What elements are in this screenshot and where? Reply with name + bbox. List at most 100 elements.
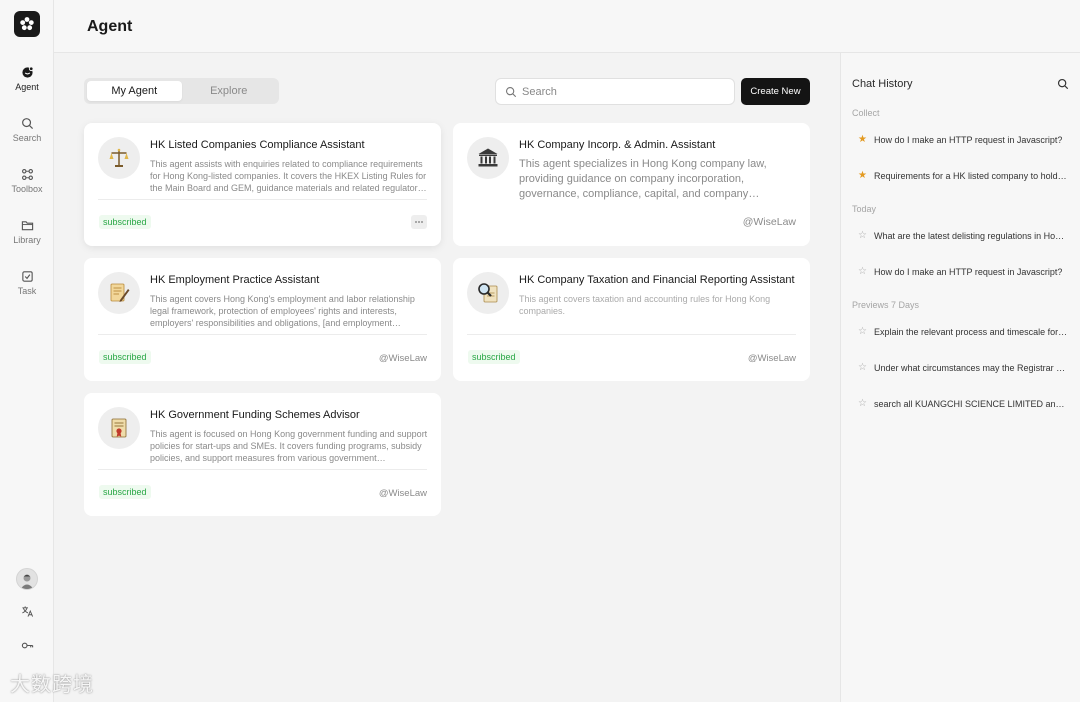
history-item[interactable]: ☆ Explain the relevant process and times… (858, 327, 1068, 338)
history-item[interactable]: ★ Requirements for a HK listed company t… (858, 171, 1068, 182)
star-outline-icon[interactable]: ☆ (858, 399, 869, 409)
agent-tabs: My Agent Explore (84, 78, 279, 104)
rail-item-library[interactable]: Library (0, 219, 54, 245)
status-badge: subscribed (99, 215, 151, 229)
agent-author: @WiseLaw (378, 488, 427, 499)
folder-icon (21, 221, 33, 231)
agent-card-icon (98, 272, 140, 314)
status-badge: subscribed (468, 350, 520, 364)
agent-card-icon (467, 272, 509, 314)
top-bar: Agent (54, 0, 1080, 53)
agent-card[interactable]: HK Company Taxation and Financial Report… (453, 258, 810, 381)
agent-card-title: HK Company Incorp. & Admin. Assistant (519, 139, 716, 151)
history-section-label: Previews 7 Days (852, 300, 920, 310)
history-item[interactable]: ☆ Under what circumstances may the Regis… (858, 363, 1068, 374)
agent-author: @WiseLaw (747, 353, 796, 364)
agent-card-description: This agent specializes in Hong Kong comp… (519, 158, 767, 200)
translate-button[interactable] (0, 605, 54, 618)
agent-icon (21, 66, 34, 78)
history-item[interactable]: ☆ What are the latest delisting regulati… (858, 231, 1068, 242)
chat-history-panel: Chat History Collect ★ How do I make an … (840, 53, 1080, 702)
scales-icon (109, 148, 129, 167)
status-badge: subscribed (99, 485, 151, 499)
left-rail: Agent Search Toolbox Library Task (0, 0, 54, 702)
agent-card-icon (98, 407, 140, 449)
search-icon (21, 118, 33, 130)
create-new-button[interactable]: Create New (741, 78, 810, 105)
agent-card-title: HK Listed Companies Compliance Assistant (150, 139, 365, 151)
chat-history-search-button[interactable] (1057, 77, 1069, 95)
tab-my-agent[interactable]: My Agent (87, 81, 182, 101)
chat-history-title: Chat History (852, 78, 913, 90)
key-icon (21, 642, 33, 649)
search-icon (1057, 78, 1069, 90)
agent-card-title: HK Employment Practice Assistant (150, 274, 320, 286)
star-outline-icon[interactable]: ☆ (858, 363, 869, 373)
agent-author: @WiseLaw (742, 216, 796, 228)
history-item-text: Explain the relevant process and timesca… (874, 327, 1068, 337)
history-item-text: Under what circumstances may the Registr… (874, 363, 1068, 373)
search-icon (505, 86, 517, 97)
agent-card[interactable]: HK Company Incorp. & Admin. Assistant Th… (453, 123, 810, 246)
rail-item-label: Task (17, 286, 37, 296)
agent-author: @WiseLaw (378, 353, 427, 364)
watermark: 大数跨境 (10, 672, 94, 696)
rail-item-toolbox[interactable]: Toolbox (0, 168, 54, 194)
toolbox-icon (21, 169, 33, 180)
history-item-text: How do I make an HTTP request in Javascr… (874, 267, 1063, 277)
history-item[interactable]: ☆ search all KUANGCHI SCIENCE LIMITED an… (858, 399, 1068, 410)
star-filled-icon[interactable]: ★ (858, 135, 869, 145)
agent-card-icon (467, 137, 509, 179)
magnifier-document-icon (478, 283, 498, 303)
search-input[interactable] (522, 85, 722, 98)
translate-icon (21, 606, 33, 617)
agent-card-title: HK Government Funding Schemes Advisor (150, 409, 360, 421)
agent-card-title: HK Company Taxation and Financial Report… (519, 274, 795, 286)
card-divider (467, 334, 796, 335)
rail-item-agent[interactable]: Agent (0, 66, 54, 92)
history-section-label: Today (852, 204, 877, 214)
agent-card[interactable]: HK Employment Practice Assistant This ag… (84, 258, 441, 381)
more-icon (415, 221, 423, 223)
history-item-text: How do I make an HTTP request in Javascr… (874, 135, 1063, 145)
history-item-text: What are the latest delisting regulation… (874, 231, 1068, 241)
status-badge: subscribed (99, 350, 151, 364)
history-item[interactable]: ☆ How do I make an HTTP request in Javas… (858, 267, 1068, 278)
star-outline-icon[interactable]: ☆ (858, 267, 869, 277)
agent-card[interactable]: HK Listed Companies Compliance Assistant… (84, 123, 441, 246)
history-section-label: Collect (852, 108, 880, 118)
history-item-text: search all KUANGCHI SCIENCE LIMITED anno… (874, 399, 1068, 409)
agent-card-description: This agent assists with enquiries relate… (150, 159, 427, 193)
api-key-button[interactable] (0, 639, 54, 652)
search-box (495, 78, 735, 105)
certificate-icon (111, 418, 127, 438)
app-logo[interactable] (14, 11, 40, 37)
agent-card-icon (98, 137, 140, 179)
rail-item-label: Library (13, 235, 41, 245)
star-filled-icon[interactable]: ★ (858, 171, 869, 181)
card-divider (98, 334, 427, 335)
card-divider (98, 469, 427, 470)
agent-card-description: This agent is focused on Hong Kong gover… (150, 429, 428, 463)
task-icon (21, 271, 33, 282)
rail-item-label: Toolbox (11, 184, 43, 194)
rail-item-search[interactable]: Search (0, 117, 54, 143)
logo-icon (20, 17, 34, 31)
user-avatar-icon (20, 574, 34, 589)
rail-item-label: Agent (15, 82, 39, 92)
star-outline-icon[interactable]: ☆ (858, 231, 869, 241)
agent-card-description: This agent covers taxation and accountin… (519, 294, 771, 316)
agent-card-description: This agent covers Hong Kong's employment… (150, 294, 415, 328)
contract-icon (110, 283, 130, 302)
rail-item-label: Search (12, 133, 42, 143)
card-divider (98, 199, 427, 200)
rail-item-task[interactable]: Task (0, 270, 54, 296)
more-options-button[interactable] (411, 215, 427, 229)
avatar-wrap (0, 568, 54, 590)
history-item[interactable]: ★ How do I make an HTTP request in Javas… (858, 135, 1068, 146)
avatar[interactable] (16, 568, 38, 590)
page-title: Agent (87, 18, 133, 35)
tab-explore[interactable]: Explore (182, 81, 277, 101)
star-outline-icon[interactable]: ☆ (858, 327, 869, 337)
agent-card[interactable]: HK Government Funding Schemes Advisor Th… (84, 393, 441, 516)
